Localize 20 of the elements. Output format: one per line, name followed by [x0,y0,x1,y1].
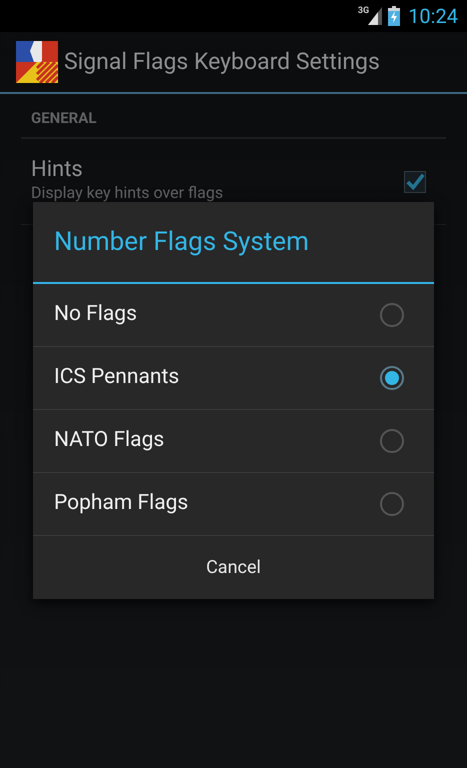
section-header: GENERAL [21,94,446,138]
cancel-button[interactable]: Cancel [33,536,434,599]
radio-option[interactable]: No Flags [33,284,434,347]
clock: 10:24 [408,3,458,30]
radio-option[interactable]: Popham Flags [33,473,434,536]
dialog-title: Number Flags System [33,202,434,284]
preference-title: Hints [31,156,84,182]
battery-charging-icon [388,6,400,26]
radio-option[interactable]: ICS Pennants [33,347,434,410]
radio-option[interactable]: NATO Flags [33,410,434,473]
radio-button[interactable] [380,366,404,390]
signal-icon [368,7,382,25]
radio-button[interactable] [380,303,404,327]
network-type: 3G [358,7,370,16]
radio-button[interactable] [380,492,404,516]
preference-summary: Display key hints over flags [31,182,224,202]
app-title: Signal Flags Keyboard Settings [64,46,380,77]
radio-button[interactable] [380,429,404,453]
flag-app-icon [16,41,58,83]
checkbox[interactable] [404,170,426,192]
